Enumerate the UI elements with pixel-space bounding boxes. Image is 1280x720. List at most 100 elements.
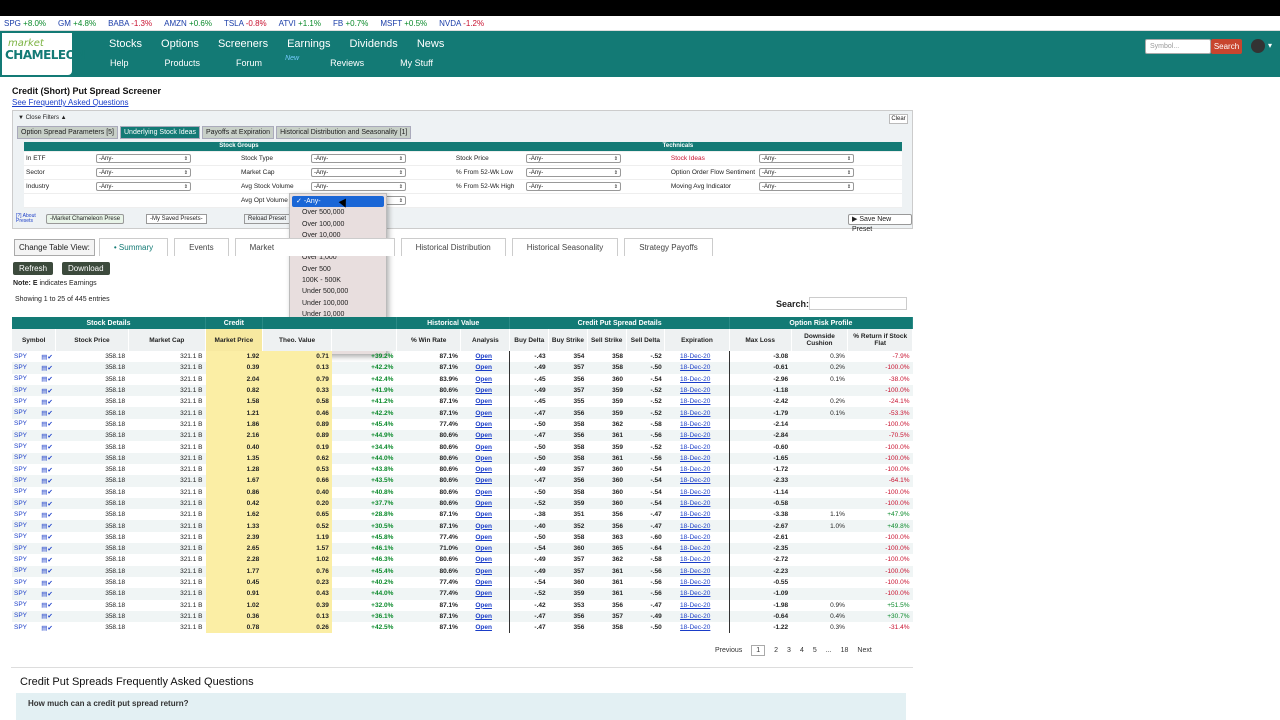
subnav-item-my-stuff[interactable]: My Stuff [400, 58, 451, 68]
cell-expiration[interactable]: 18-Dec-20 [665, 498, 730, 509]
column-header[interactable]: % Return if Stock Flat [847, 329, 913, 351]
pager-item[interactable]: 4 [800, 647, 804, 654]
nav-item-earnings[interactable]: Earnings [287, 38, 330, 50]
cell-analysis[interactable]: Open [461, 622, 510, 633]
row-icons[interactable]: ▤✔ [41, 432, 53, 440]
row-icons[interactable]: ▤✔ [41, 488, 53, 496]
nav-item-news[interactable]: News [417, 38, 445, 50]
faq-link[interactable]: See Frequently Asked Questions [12, 98, 129, 107]
cell-symbol[interactable]: SPY ▤✔ [12, 351, 56, 362]
dropdown-option[interactable]: Over 100,000 [290, 219, 386, 230]
row-icons[interactable]: ▤✔ [41, 500, 53, 508]
filter-select[interactable]: -Any- [310, 181, 406, 191]
cell-symbol[interactable]: SPY ▤✔ [12, 532, 56, 543]
nav-item-dividends[interactable]: Dividends [350, 38, 398, 50]
logo[interactable]: market CHAMELEON [2, 33, 85, 75]
pager-item[interactable]: ... [826, 647, 832, 654]
column-header[interactable]: % Win Rate [396, 329, 462, 351]
save-new-preset-button[interactable]: ▶ Save New Preset [848, 214, 912, 233]
filter-select[interactable]: -Any- [525, 181, 621, 191]
cell-expiration[interactable]: 18-Dec-20 [665, 611, 730, 622]
ticker-item[interactable]: GM +4.8% [58, 19, 96, 28]
cell-expiration[interactable]: 18-Dec-20 [665, 396, 730, 407]
cell-analysis[interactable]: Open [461, 396, 510, 407]
row-icons[interactable]: ▤✔ [41, 375, 53, 383]
faq-question[interactable]: How much can a credit put spread return? [16, 693, 906, 720]
dropdown-option[interactable]: Over 500,000 [290, 207, 386, 218]
dropdown-option[interactable]: Over 500 [290, 264, 386, 275]
filter-select[interactable]: -Any- [759, 167, 855, 177]
subnav-item-products[interactable]: Products [165, 58, 219, 68]
cell-symbol[interactable]: SPY ▤✔ [12, 622, 56, 633]
filter-select[interactable]: -Any- [96, 181, 191, 191]
search-button[interactable]: Search [1211, 39, 1242, 54]
cell-analysis[interactable]: Open [461, 351, 510, 362]
cell-expiration[interactable]: 18-Dec-20 [665, 566, 730, 577]
cell-symbol[interactable]: SPY ▤✔ [12, 419, 56, 430]
ticker-item[interactable]: ATVI +1.1% [279, 19, 321, 28]
column-header[interactable] [331, 329, 397, 351]
row-icons[interactable]: ▤✔ [41, 545, 53, 553]
cell-symbol[interactable]: SPY ▤✔ [12, 362, 56, 373]
cell-expiration[interactable]: 18-Dec-20 [665, 487, 730, 498]
cell-expiration[interactable]: 18-Dec-20 [665, 464, 730, 475]
cell-symbol[interactable]: SPY ▤✔ [12, 577, 56, 588]
pager-item[interactable]: 5 [813, 647, 817, 654]
cell-symbol[interactable]: SPY ▤✔ [12, 374, 56, 385]
tab-summary[interactable]: • Summary [98, 238, 169, 256]
dropdown-option[interactable]: Under 500,000 [290, 286, 386, 297]
filter-select[interactable]: -Any- [525, 153, 621, 163]
cell-expiration[interactable]: 18-Dec-20 [665, 351, 730, 362]
cell-analysis[interactable]: Open [461, 543, 510, 554]
column-header[interactable]: Market Cap [128, 329, 207, 351]
row-icons[interactable]: ▤✔ [41, 443, 53, 451]
cell-analysis[interactable]: Open [461, 487, 510, 498]
cell-expiration[interactable]: 18-Dec-20 [665, 532, 730, 543]
download-button[interactable]: Download [62, 262, 110, 275]
cell-symbol[interactable]: SPY ▤✔ [12, 487, 56, 498]
cell-expiration[interactable]: 18-Dec-20 [665, 385, 730, 396]
filter-tab[interactable]: Payoffs at Expiration [201, 126, 275, 139]
cell-expiration[interactable]: 18-Dec-20 [665, 600, 730, 611]
cell-analysis[interactable]: Open [461, 554, 510, 565]
cell-symbol[interactable]: SPY ▤✔ [12, 520, 56, 531]
filter-tab[interactable]: Option Spread Parameters [5] [17, 126, 118, 139]
row-icons[interactable]: ▤✔ [41, 601, 53, 609]
column-header[interactable]: Buy Strike [548, 329, 588, 351]
ticker-item[interactable]: MSFT +0.5% [380, 19, 427, 28]
reload-preset-button[interactable]: Reload Preset [244, 214, 291, 224]
nav-item-stocks[interactable]: Stocks [109, 38, 142, 50]
pager-item[interactable]: Next [857, 647, 871, 654]
row-icons[interactable]: ▤✔ [41, 477, 53, 485]
ticker-item[interactable]: SPG +8.0% [4, 19, 46, 28]
ticker-item[interactable]: AMZN +0.6% [164, 19, 212, 28]
cell-analysis[interactable]: Open [461, 430, 510, 441]
ticker-item[interactable]: FB +0.7% [333, 19, 368, 28]
subnav-item-forum[interactable]: Forum New [236, 55, 312, 68]
ticker-item[interactable]: TSLA -0.8% [224, 19, 267, 28]
cell-expiration[interactable]: 18-Dec-20 [665, 453, 730, 464]
nav-item-options[interactable]: Options [161, 38, 199, 50]
cell-symbol[interactable]: SPY ▤✔ [12, 441, 56, 452]
cell-analysis[interactable]: Open [461, 419, 510, 430]
cell-analysis[interactable]: Open [461, 520, 510, 531]
tab-market[interactable]: Market [234, 238, 395, 256]
cell-analysis[interactable]: Open [461, 374, 510, 385]
column-header[interactable]: Symbol [12, 329, 57, 351]
cell-analysis[interactable]: Open [461, 407, 510, 418]
column-header[interactable]: Sell Strike [587, 329, 627, 351]
cell-analysis[interactable]: Open [461, 362, 510, 373]
pager-item[interactable]: Previous [715, 647, 742, 654]
column-header[interactable]: Theo. Value [262, 329, 333, 351]
cell-expiration[interactable]: 18-Dec-20 [665, 475, 730, 486]
cell-expiration[interactable]: 18-Dec-20 [665, 520, 730, 531]
pager-item[interactable]: 2 [774, 647, 778, 654]
clear-filters-button[interactable]: Clear [889, 114, 908, 124]
column-header[interactable]: Buy Delta [509, 329, 550, 351]
row-icons[interactable]: ▤✔ [41, 466, 53, 474]
pager-item[interactable]: 3 [787, 647, 791, 654]
subnav-item-help[interactable]: Help [110, 58, 147, 68]
cell-analysis[interactable]: Open [461, 385, 510, 396]
cell-symbol[interactable]: SPY ▤✔ [12, 543, 56, 554]
nav-item-screeners[interactable]: Screeners [218, 38, 268, 50]
